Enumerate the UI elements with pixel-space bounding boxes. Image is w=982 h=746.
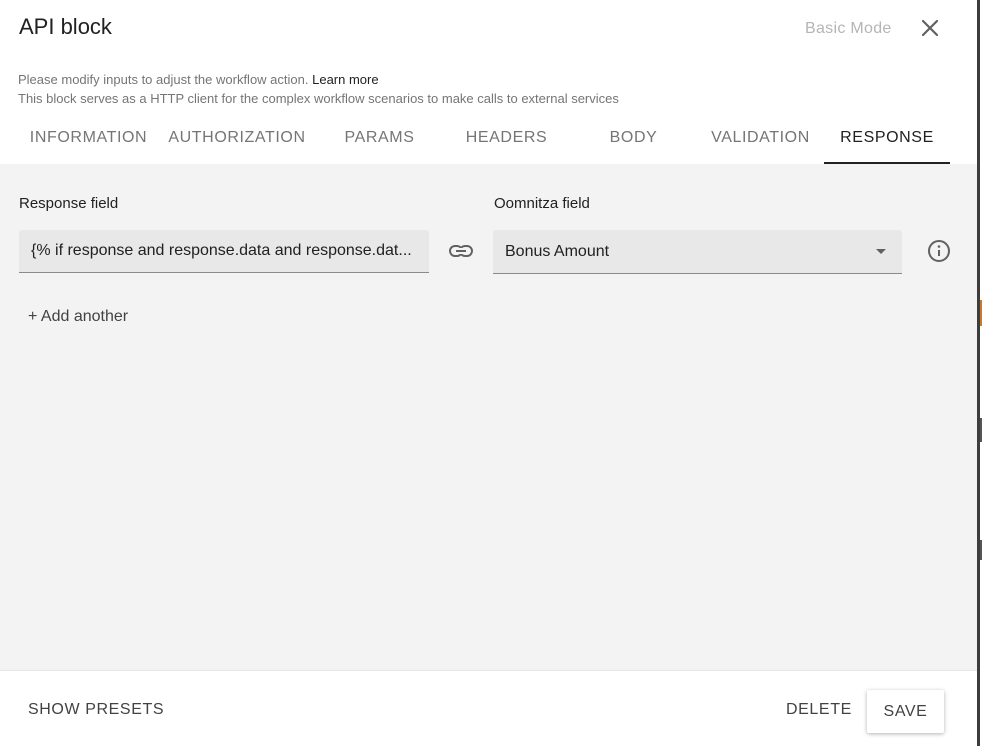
chevron-down-icon	[876, 249, 886, 254]
response-field-input[interactable]: {% if response and response.data and res…	[19, 230, 429, 273]
api-block-dialog: API block Basic Mode Please modify input…	[0, 0, 977, 746]
dialog-footer: SHOW PRESETS DELETE SAVE	[0, 670, 977, 746]
tab-params[interactable]: PARAMS	[316, 112, 443, 164]
tab-bar: INFORMATION AUTHORIZATION PARAMS HEADERS…	[0, 112, 977, 164]
dialog-title: API block	[19, 14, 112, 39]
response-field-label: Response field	[19, 195, 119, 212]
close-button[interactable]	[916, 14, 944, 42]
link-icon	[447, 240, 475, 262]
tab-response[interactable]: RESPONSE	[824, 112, 950, 164]
tab-authorization[interactable]: AUTHORIZATION	[158, 112, 316, 164]
tab-body[interactable]: BODY	[570, 112, 697, 164]
oomnitza-field-label: Oomnitza field	[494, 195, 590, 212]
delete-button[interactable]: DELETE	[786, 701, 852, 719]
tab-headers[interactable]: HEADERS	[443, 112, 570, 164]
save-button[interactable]: SAVE	[867, 690, 944, 733]
close-icon	[921, 19, 939, 37]
show-presets-button[interactable]: SHOW PRESETS	[28, 701, 164, 719]
tab-validation[interactable]: VALIDATION	[697, 112, 824, 164]
description-text: Please modify inputs to adjust the workf…	[18, 72, 309, 87]
description-line-2: This block serves as a HTTP client for t…	[18, 91, 619, 106]
learn-more-link[interactable]: Learn more	[312, 72, 378, 87]
oomnitza-field-select[interactable]: Bonus Amount	[493, 230, 902, 274]
response-field-value: {% if response and response.data and res…	[31, 242, 412, 259]
info-icon[interactable]	[926, 238, 952, 264]
tab-information[interactable]: INFORMATION	[19, 112, 158, 164]
add-another-button[interactable]: + Add another	[28, 308, 128, 326]
background-window-edge	[977, 0, 982, 746]
response-panel: Response field Oomnitza field {% if resp…	[0, 164, 977, 670]
basic-mode-button[interactable]: Basic Mode	[805, 20, 892, 38]
oomnitza-field-value: Bonus Amount	[505, 242, 610, 260]
description-line-1: Please modify inputs to adjust the workf…	[18, 72, 379, 87]
